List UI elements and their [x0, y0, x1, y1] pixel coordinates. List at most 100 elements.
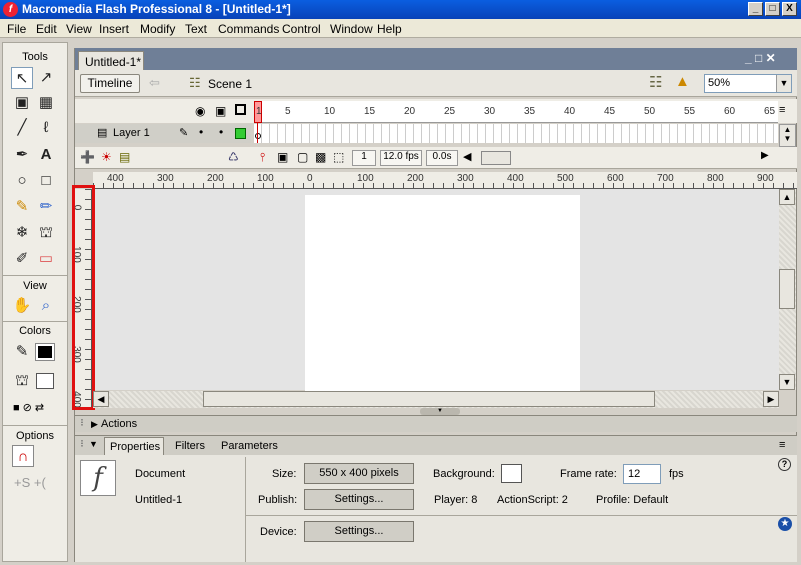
onion-outline-icon[interactable]: ▢: [297, 150, 308, 164]
back-arrow-icon[interactable]: ⇦: [149, 75, 160, 91]
fill-color-icon[interactable]: ⛫: [11, 370, 33, 392]
menu-text[interactable]: Text: [185, 22, 207, 36]
free-transform-icon[interactable]: ▣: [11, 92, 33, 114]
tab-filters[interactable]: Filters: [175, 440, 205, 452]
stroke-color-icon[interactable]: ✎: [11, 341, 33, 363]
outline-icon[interactable]: [235, 104, 246, 115]
menu-edit[interactable]: Edit: [36, 22, 57, 36]
framerate-input[interactable]: 12: [623, 464, 661, 484]
stage-hscroll[interactable]: ◀ ▶: [93, 391, 779, 408]
paint-bucket-icon[interactable]: ⛫: [35, 222, 57, 244]
background-color-swatch[interactable]: [501, 464, 522, 483]
add-layer-icon[interactable]: ➕: [80, 150, 95, 164]
menu-insert[interactable]: Insert: [99, 22, 129, 36]
close-button[interactable]: X: [782, 2, 797, 16]
gripper-icon[interactable]: ⠇: [80, 439, 87, 450]
frame-tick: 1: [256, 106, 262, 117]
lock-icon[interactable]: ▣: [215, 104, 226, 118]
rectangle-icon[interactable]: □: [35, 170, 57, 192]
scroll-left-icon[interactable]: ◀: [93, 391, 109, 407]
panel-collapse-icon[interactable]: ▼: [420, 408, 460, 415]
line-icon[interactable]: ╱: [11, 117, 33, 139]
tl-scroll-left-icon[interactable]: ◀: [463, 150, 479, 166]
text-icon[interactable]: A: [35, 144, 57, 166]
onion-skin-icon[interactable]: ▣: [277, 150, 288, 164]
pencil-icon[interactable]: ✎: [11, 196, 33, 218]
timeline-footer: ➕ ☀ ▤ ♺ ⫯ ▣ ▢ ▩ ⬚ 1 12.0 fps 0.0s ◀ ▶: [75, 147, 797, 169]
stage[interactable]: [305, 195, 580, 391]
menu-help[interactable]: Help: [377, 22, 402, 36]
visibility-dot-icon[interactable]: •: [199, 125, 203, 139]
timeline-menu-icon[interactable]: ≡: [779, 104, 785, 116]
zoom-icon[interactable]: ⌕: [35, 295, 57, 317]
tl-hscroll-thumb[interactable]: [481, 151, 511, 165]
timeline-button[interactable]: Timeline: [80, 74, 140, 93]
tl-scroll-right-icon[interactable]: ▶: [761, 150, 769, 161]
zoom-dropdown-icon[interactable]: ▼: [776, 75, 791, 92]
color-swap-icons[interactable]: ■⊘⇄: [13, 401, 47, 414]
gradient-transform-icon[interactable]: ▦: [35, 92, 57, 114]
onion-markers-icon[interactable]: ⬚: [333, 150, 344, 164]
actions-label[interactable]: Actions: [101, 418, 137, 430]
menu-view[interactable]: View: [66, 22, 92, 36]
pen-icon[interactable]: ✒: [11, 144, 33, 166]
eyedropper-icon[interactable]: ✐: [11, 248, 33, 270]
hand-icon[interactable]: ✋: [11, 295, 33, 317]
scroll-right-icon[interactable]: ▶: [763, 391, 779, 407]
layer-name[interactable]: Layer 1: [113, 127, 150, 139]
minimize-button[interactable]: _: [748, 2, 763, 16]
stroke-swatch[interactable]: [35, 343, 55, 361]
current-frame: 1: [352, 150, 376, 166]
stage-vscroll[interactable]: ▲ ▼: [779, 189, 796, 390]
edit-multiple-icon[interactable]: ▩: [315, 150, 326, 164]
ink-bottle-icon[interactable]: ❄: [11, 222, 33, 244]
lock-dot-icon[interactable]: •: [219, 125, 223, 139]
actions-panel-bar[interactable]: ⠇ ▶ Actions: [75, 415, 797, 432]
tab-parameters[interactable]: Parameters: [221, 440, 278, 452]
document-tab[interactable]: Untitled-1*: [78, 51, 144, 71]
brush-icon[interactable]: ✏: [35, 196, 57, 218]
help-icon[interactable]: ?: [778, 458, 791, 471]
subselect-icon[interactable]: ↗: [35, 67, 57, 89]
panel-menu-icon[interactable]: ≡: [779, 439, 785, 451]
arrow-icon[interactable]: ↖: [11, 67, 33, 89]
fill-swatch[interactable]: [36, 373, 54, 389]
device-settings-button[interactable]: Settings...: [304, 521, 414, 542]
menu-control[interactable]: Control: [282, 22, 321, 36]
center-frame-icon[interactable]: ⫯: [260, 150, 265, 165]
frame-ruler[interactable]: 1 5 10 15 20 25 30 35 40 45 50 55 60 65: [254, 101, 778, 123]
menu-window[interactable]: Window: [330, 22, 373, 36]
publish-settings-button[interactable]: Settings...: [304, 489, 414, 510]
tab-properties[interactable]: Properties: [104, 437, 164, 456]
hscroll-thumb[interactable]: [203, 391, 655, 407]
gripper-icon[interactable]: ⠇: [80, 418, 87, 429]
eye-icon[interactable]: ◉: [195, 104, 205, 118]
add-guide-icon[interactable]: ☀: [101, 150, 112, 164]
oval-icon[interactable]: ○: [11, 170, 33, 192]
accessibility-icon[interactable]: ★: [778, 517, 792, 531]
layer-row[interactable]: ▤ Layer 1 ✎ • •: [75, 124, 251, 143]
add-folder-icon[interactable]: ▤: [119, 150, 130, 164]
edit-scene-icon[interactable]: ☷: [649, 73, 662, 91]
snap-magnet-icon[interactable]: ∩: [12, 445, 34, 467]
restore-button[interactable]: □: [765, 2, 780, 16]
menu-modify[interactable]: Modify: [140, 22, 175, 36]
lasso-icon[interactable]: ℓ: [35, 117, 57, 139]
zoom-select[interactable]: 50% ▼: [704, 74, 792, 93]
vscroll-thumb[interactable]: [779, 269, 795, 309]
frame-grid[interactable]: [254, 123, 778, 143]
scroll-up-icon[interactable]: ▲: [779, 189, 795, 205]
timeline-vscroll[interactable]: ▲ ▼: [779, 124, 796, 147]
size-button[interactable]: 550 x 400 pixels: [304, 463, 414, 484]
edit-symbols-icon[interactable]: ▲: [675, 73, 690, 90]
frame-tick: 25: [444, 106, 456, 117]
delete-layer-icon[interactable]: ♺: [228, 150, 239, 164]
outline-color-swatch[interactable]: [235, 128, 246, 139]
scroll-down-icon[interactable]: ▼: [779, 374, 795, 390]
collapse-arrow-icon[interactable]: ▼: [89, 439, 98, 449]
eraser-icon[interactable]: ▭: [35, 248, 57, 270]
expand-arrow-icon[interactable]: ▶: [91, 419, 98, 430]
menu-file[interactable]: File: [7, 22, 26, 36]
menu-commands[interactable]: Commands: [218, 22, 279, 36]
doc-window-controls-icon[interactable]: _ □ ✕: [745, 51, 776, 65]
